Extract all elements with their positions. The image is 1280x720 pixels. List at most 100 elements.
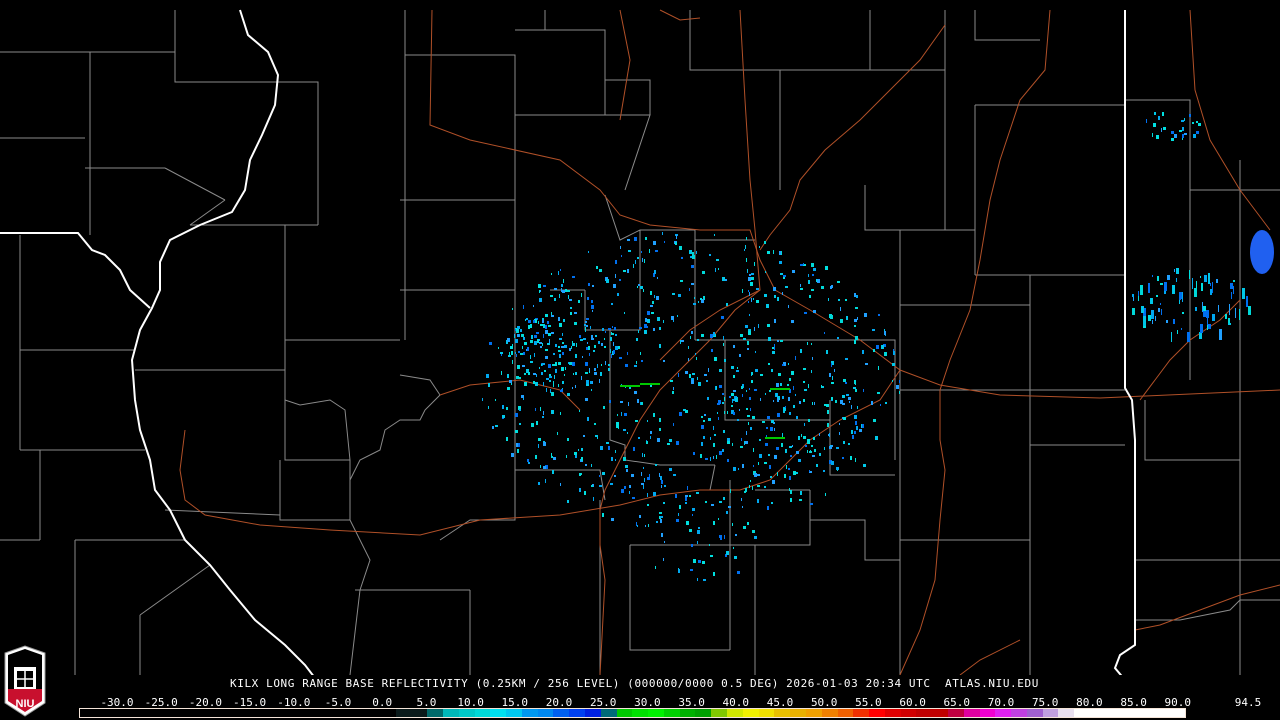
echo bbox=[708, 368, 709, 372]
echo bbox=[594, 372, 597, 375]
echo bbox=[843, 441, 845, 444]
echo bbox=[727, 441, 730, 444]
echo bbox=[799, 401, 801, 404]
echo bbox=[814, 402, 815, 405]
echo bbox=[650, 431, 652, 434]
echo bbox=[562, 290, 565, 293]
echo bbox=[1148, 283, 1150, 293]
echo bbox=[543, 334, 544, 338]
echo bbox=[1233, 280, 1235, 282]
echo bbox=[826, 404, 829, 407]
echo bbox=[653, 328, 655, 331]
echo bbox=[561, 284, 563, 287]
echo bbox=[780, 340, 783, 342]
echo bbox=[892, 363, 895, 366]
echo bbox=[1163, 127, 1166, 130]
echo bbox=[810, 503, 813, 505]
echo bbox=[594, 345, 596, 348]
echo bbox=[729, 396, 731, 398]
echo bbox=[540, 290, 541, 292]
echo bbox=[1235, 308, 1236, 318]
echo bbox=[516, 354, 517, 357]
echo bbox=[812, 357, 813, 360]
echo bbox=[816, 464, 818, 467]
echo bbox=[809, 470, 810, 472]
echo bbox=[611, 303, 613, 305]
echo bbox=[755, 351, 756, 353]
echo bbox=[710, 555, 713, 557]
echo bbox=[776, 447, 779, 450]
echo bbox=[751, 380, 753, 383]
echo bbox=[837, 337, 839, 339]
color-scale-swatch bbox=[1168, 709, 1185, 717]
echo bbox=[548, 325, 551, 327]
echo bbox=[804, 389, 807, 391]
echo bbox=[1173, 319, 1175, 324]
echo bbox=[754, 473, 757, 477]
echo bbox=[725, 279, 727, 281]
echo bbox=[679, 412, 682, 416]
echo bbox=[565, 367, 566, 370]
echo bbox=[559, 323, 562, 327]
echo bbox=[657, 277, 658, 279]
echo bbox=[792, 270, 795, 273]
echo bbox=[507, 338, 510, 342]
echo bbox=[855, 389, 857, 392]
echo bbox=[851, 430, 853, 434]
echo bbox=[640, 383, 660, 385]
echo bbox=[751, 277, 754, 280]
echo bbox=[591, 305, 594, 309]
echo bbox=[518, 377, 521, 379]
echo bbox=[827, 423, 829, 427]
color-scale-swatch bbox=[600, 709, 617, 717]
echo bbox=[753, 298, 754, 300]
echo bbox=[538, 444, 539, 448]
echo bbox=[534, 353, 535, 357]
echo bbox=[675, 242, 677, 245]
echo bbox=[719, 369, 722, 372]
color-scale-swatch bbox=[1153, 709, 1169, 717]
echo bbox=[1162, 112, 1164, 116]
echo bbox=[703, 420, 705, 422]
color-scale-swatch bbox=[758, 709, 775, 717]
echo bbox=[1189, 114, 1191, 117]
echo bbox=[808, 274, 809, 277]
echo bbox=[616, 425, 619, 428]
echo bbox=[759, 439, 761, 441]
echo bbox=[590, 326, 591, 329]
echo bbox=[1176, 278, 1177, 282]
echo bbox=[650, 436, 651, 439]
echo bbox=[575, 372, 577, 375]
echo bbox=[545, 479, 546, 483]
echo bbox=[558, 350, 561, 352]
echo bbox=[713, 332, 715, 336]
echo bbox=[816, 279, 817, 282]
echo bbox=[621, 489, 624, 493]
echo bbox=[564, 374, 565, 376]
echo bbox=[521, 334, 524, 337]
color-scale-swatch bbox=[553, 709, 570, 717]
echo bbox=[838, 299, 840, 301]
echo bbox=[634, 237, 637, 241]
echo bbox=[664, 241, 665, 243]
echo bbox=[884, 352, 887, 356]
echo bbox=[507, 387, 510, 390]
echo bbox=[719, 451, 722, 455]
echo bbox=[614, 327, 616, 330]
echo bbox=[604, 346, 606, 348]
echo bbox=[617, 293, 619, 296]
echo bbox=[1141, 306, 1144, 313]
echo bbox=[733, 345, 735, 348]
echo bbox=[620, 401, 623, 403]
echo bbox=[672, 293, 675, 295]
echo bbox=[511, 383, 512, 385]
echo bbox=[1182, 134, 1184, 138]
legend-tick: 94.5 bbox=[1234, 696, 1262, 709]
echo bbox=[733, 467, 736, 471]
color-scale-swatch bbox=[711, 709, 728, 717]
echo bbox=[706, 380, 708, 382]
echo bbox=[811, 289, 814, 291]
echo bbox=[589, 371, 590, 373]
echo bbox=[701, 334, 704, 337]
echo bbox=[538, 321, 539, 324]
